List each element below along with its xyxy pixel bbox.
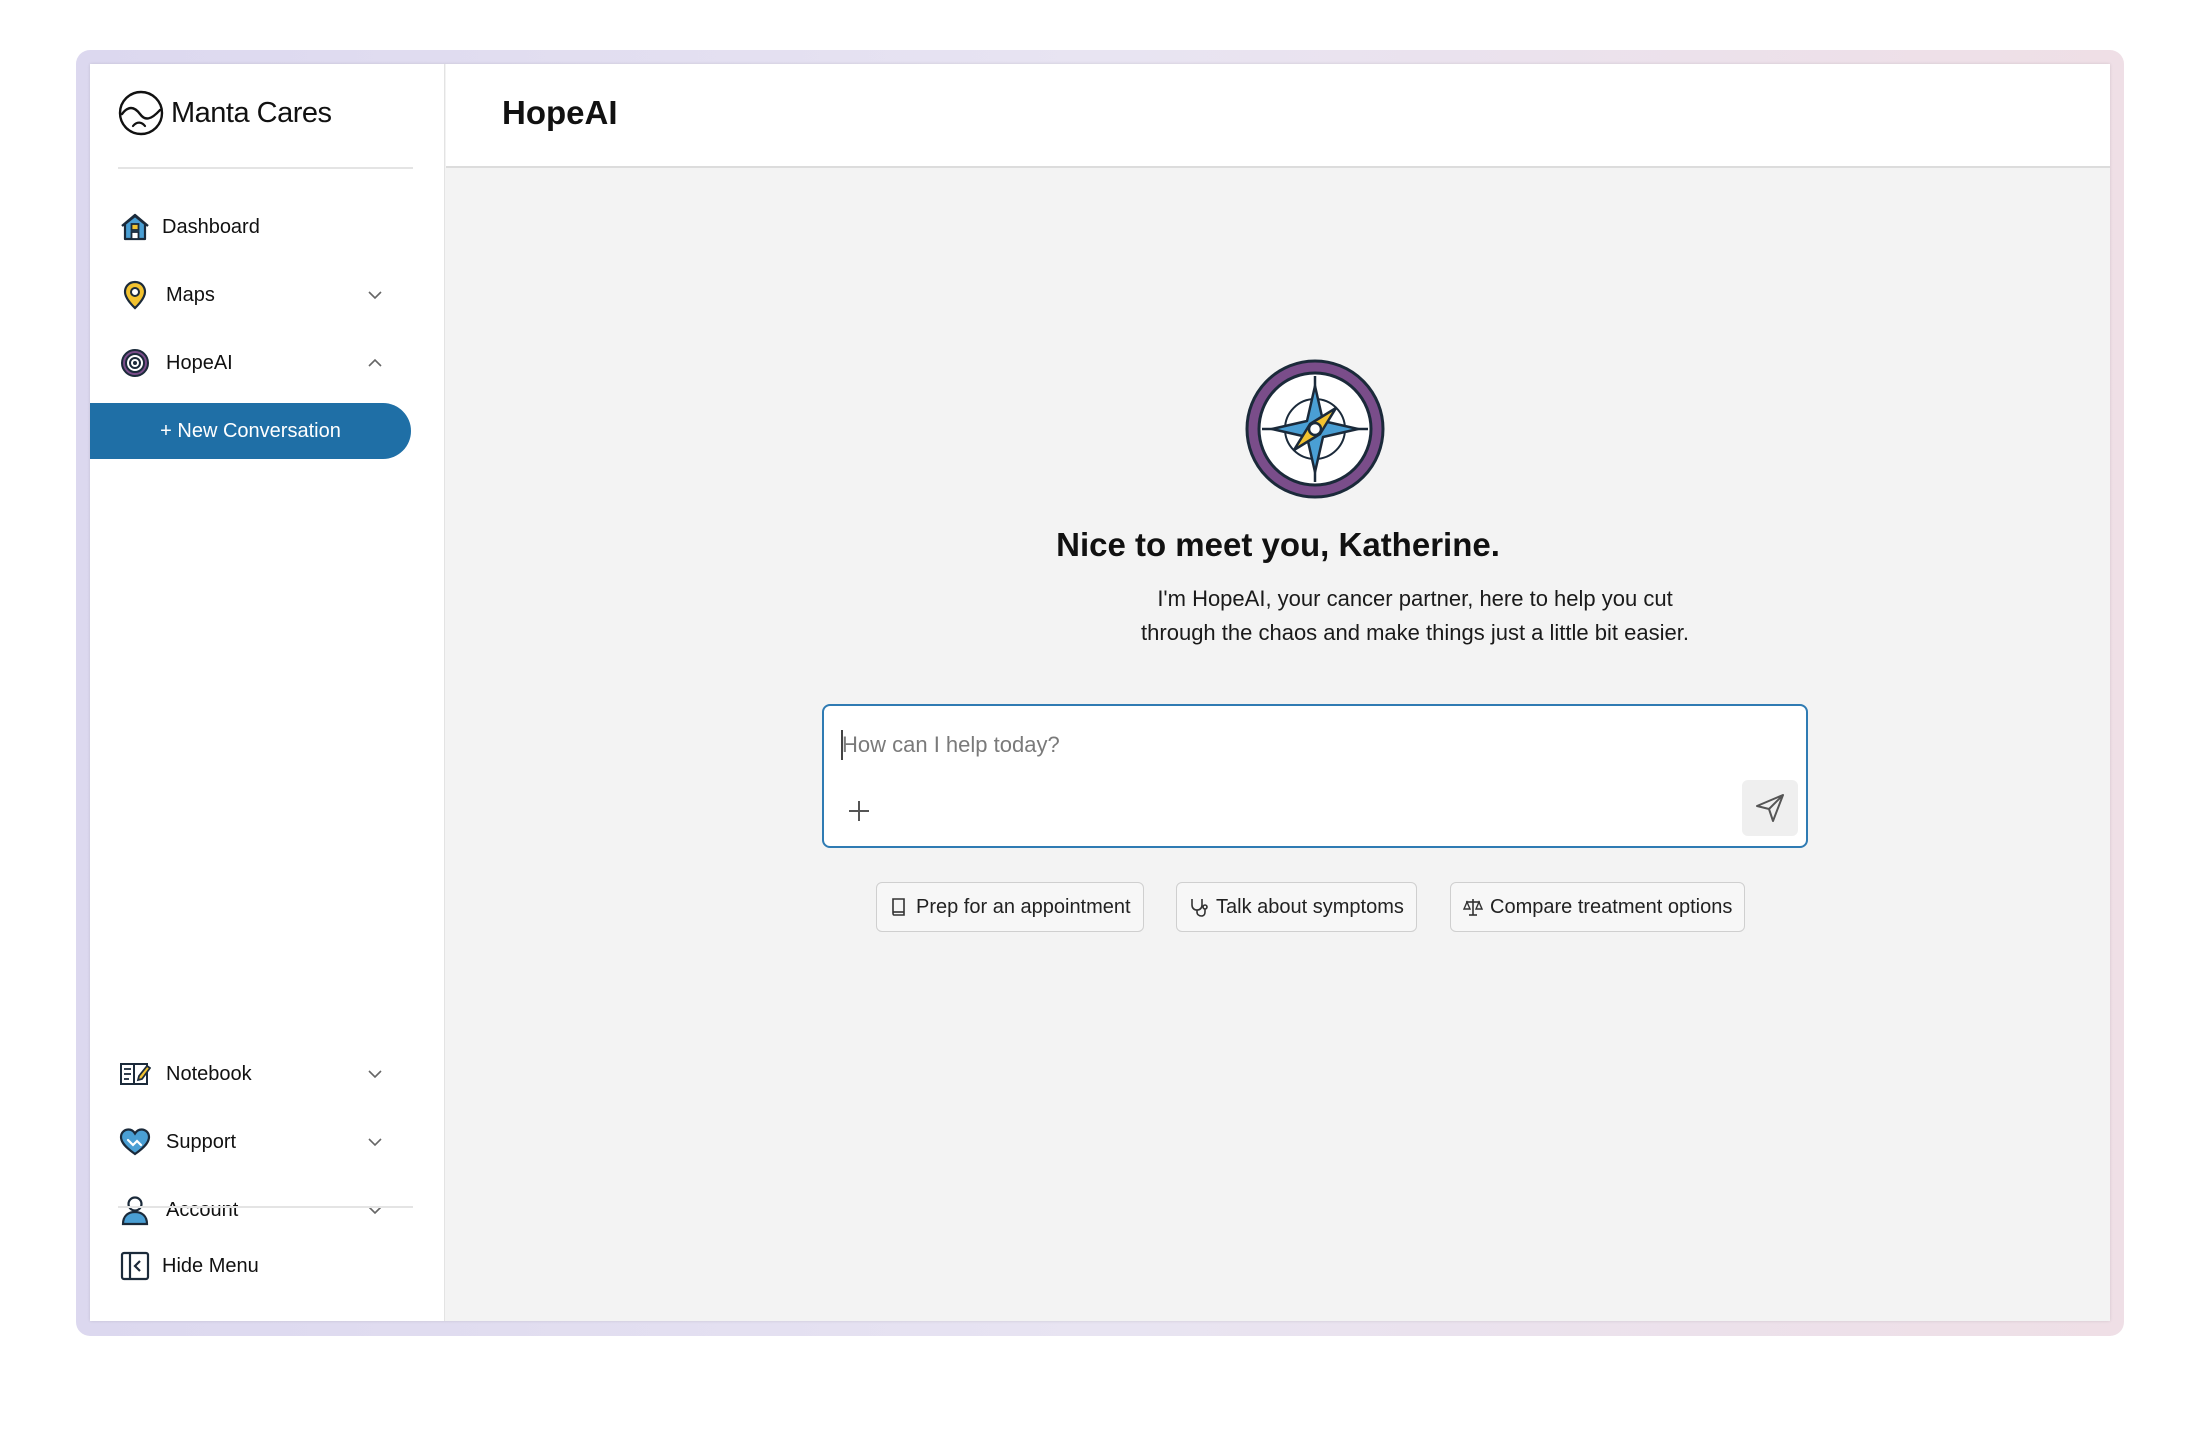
chevron-down-icon[interactable] [366, 1201, 384, 1219]
brand-name: Manta Cares [171, 96, 332, 129]
book-icon [892, 898, 905, 916]
intro-line: through the chaos and make things just a… [1141, 620, 1689, 645]
sidebar-item-notebook[interactable]: Notebook [118, 1050, 398, 1098]
notebook-icon [118, 1057, 152, 1091]
app-window: Manta Cares Dashboard Maps HopeAI + New … [90, 64, 2110, 1321]
sidebar-item-dashboard[interactable]: Dashboard [118, 203, 398, 251]
chip-label: Prep for an appointment [916, 895, 1131, 918]
intro-text: I'm HopeAI, your cancer partner, here to… [1050, 582, 1780, 650]
text-cursor [841, 730, 843, 760]
send-icon [1756, 794, 1784, 822]
page-title: HopeAI [502, 94, 618, 131]
chat-composer [822, 704, 1808, 848]
heart-handshake-icon [118, 1125, 152, 1159]
sidebar-collapse-icon [118, 1249, 152, 1283]
sidebar-item-label: Notebook [166, 1062, 252, 1085]
new-conversation-button[interactable]: + New Conversation [90, 403, 411, 459]
greeting-heading: Nice to meet you, Katherine. [1056, 526, 1500, 563]
send-button[interactable] [1742, 780, 1798, 836]
sidebar-item-hopeai[interactable]: HopeAI [118, 339, 398, 387]
house-icon [118, 210, 152, 244]
sidebar-item-label: Maps [166, 283, 215, 306]
suggestion-chip-symptoms[interactable]: Talk about symptoms [1176, 882, 1417, 932]
manta-logo-icon [118, 90, 164, 136]
sidebar-item-label: Dashboard [162, 215, 260, 238]
hide-menu-label: Hide Menu [162, 1254, 259, 1277]
suggestion-chip-compare-treatments[interactable]: Compare treatment options [1450, 882, 1746, 932]
sidebar-item-support[interactable]: Support [118, 1118, 398, 1166]
page-header: HopeAI [446, 64, 2110, 168]
compass-icon [1245, 359, 1385, 499]
suggestion-chip-prep-appointment[interactable]: Prep for an appointment [876, 882, 1144, 932]
sidebar-item-label: HopeAI [166, 351, 233, 374]
chevron-down-icon[interactable] [366, 1065, 384, 1083]
stethoscope-icon [1191, 899, 1208, 917]
sidebar-item-label: Support [166, 1130, 237, 1153]
sidebar-divider [118, 167, 413, 169]
scale-icon [1463, 899, 1483, 916]
hide-menu-button[interactable]: Hide Menu [118, 1242, 398, 1290]
chevron-down-icon[interactable] [366, 286, 384, 304]
sidebar-divider [118, 1206, 413, 1208]
sidebar-item-account[interactable]: Account [118, 1186, 398, 1234]
chevron-down-icon[interactable] [366, 1133, 384, 1151]
chat-input[interactable] [842, 728, 1742, 762]
user-icon [118, 1193, 152, 1227]
brand-logo[interactable]: Manta Cares [118, 88, 332, 138]
sidebar-item-maps[interactable]: Maps [118, 271, 398, 319]
sidebar: Manta Cares Dashboard Maps HopeAI + New … [90, 64, 445, 1321]
chip-label: Compare treatment options [1490, 895, 1733, 918]
map-pin-icon [118, 278, 152, 312]
target-icon [118, 346, 152, 380]
sidebar-item-label: Account [166, 1198, 239, 1221]
chevron-up-icon[interactable] [366, 354, 384, 372]
intro-line: I'm HopeAI, your cancer partner, here to… [1157, 586, 1673, 611]
app-frame: Manta Cares Dashboard Maps HopeAI + New … [76, 50, 2124, 1336]
chip-label: Talk about symptoms [1216, 895, 1404, 918]
attach-plus-icon[interactable] [844, 796, 874, 826]
